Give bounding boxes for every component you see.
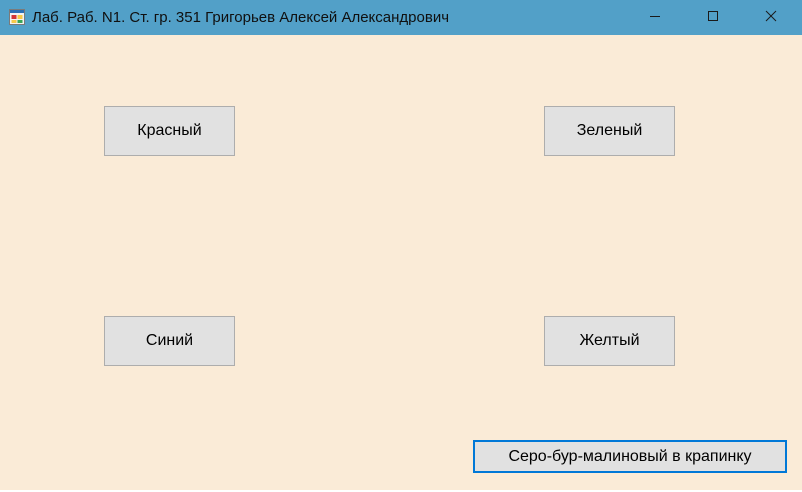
red-button[interactable]: Красный xyxy=(104,106,235,156)
close-icon xyxy=(765,9,777,27)
close-button[interactable] xyxy=(748,0,794,35)
blue-button[interactable]: Синий xyxy=(104,316,235,366)
title-bar[interactable]: Лаб. Раб. N1. Ст. гр. 351 Григорьев Алек… xyxy=(0,0,802,35)
green-button[interactable]: Зеленый xyxy=(544,106,675,156)
window-title: Лаб. Раб. N1. Ст. гр. 351 Григорьев Алек… xyxy=(32,9,450,26)
yellow-button[interactable]: Желтый xyxy=(544,316,675,366)
app-form-icon xyxy=(9,9,25,25)
form-client-area: Красный Зеленый Синий Желтый Серо-бур-ма… xyxy=(0,35,802,492)
app-window: Лаб. Раб. N1. Ст. гр. 351 Григорьев Алек… xyxy=(0,0,802,492)
maximize-icon xyxy=(707,9,719,27)
minimize-button[interactable] xyxy=(632,0,678,35)
mixed-color-button[interactable]: Серо-бур-малиновый в крапинку xyxy=(473,440,787,473)
maximize-button[interactable] xyxy=(690,0,736,35)
minimize-icon xyxy=(649,9,661,27)
